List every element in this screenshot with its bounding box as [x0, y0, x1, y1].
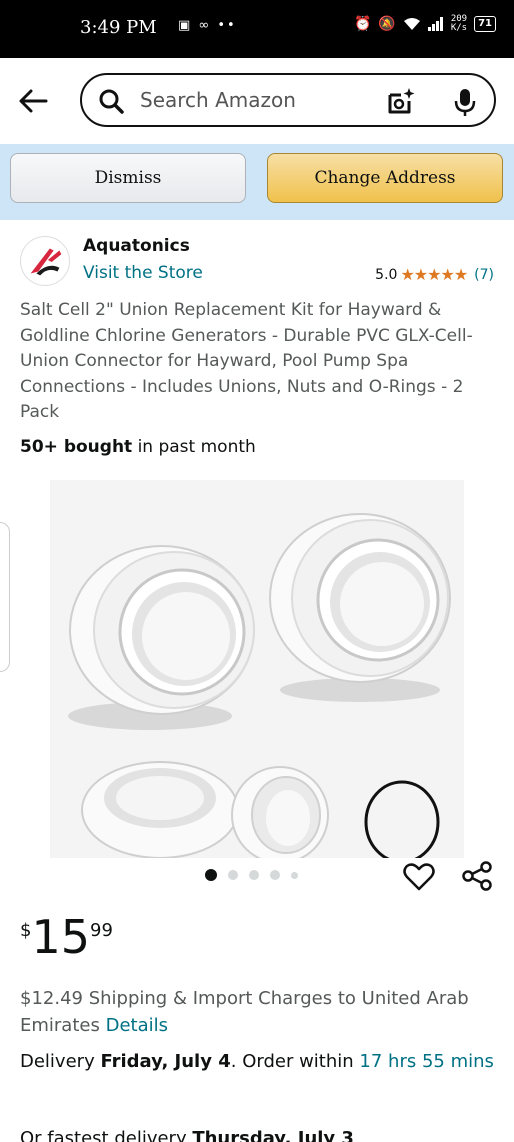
search-icon	[99, 89, 124, 114]
fastest-delivery-date: Thursday, July 3	[192, 1128, 354, 1142]
signal-icon	[427, 17, 443, 31]
microphone-icon[interactable]	[452, 87, 478, 117]
status-time: 3:49 PM	[80, 17, 157, 38]
price-fraction: 99	[90, 920, 113, 941]
delivery-info: Delivery Friday, July 4. Order within 17…	[20, 1051, 494, 1072]
side-drawer-handle[interactable]	[0, 522, 10, 672]
brand-row: Aquatonics Visit the Store 5.0 ★★★★★ (7)	[0, 232, 514, 292]
brand-logo[interactable]	[20, 236, 70, 286]
brand-name: Aquatonics	[83, 236, 190, 256]
notification-icons: ▣ ∞ ••	[178, 18, 237, 33]
product-image[interactable]	[50, 480, 464, 858]
rating-summary[interactable]: 5.0 ★★★★★ (7)	[375, 265, 494, 284]
order-countdown: 17 hrs 55 mins	[359, 1051, 494, 1072]
header	[0, 58, 514, 144]
alarm-icon: ⏰	[353, 16, 372, 32]
share-icon[interactable]	[461, 860, 493, 892]
status-bar: 3:49 PM ▣ ∞ •• ⏰ 🔕 209 K/s 71	[0, 0, 514, 58]
visit-store-link[interactable]: Visit the Store	[83, 263, 203, 283]
carousel-dot[interactable]	[228, 870, 238, 880]
rating-count[interactable]: (7)	[474, 267, 494, 283]
price-whole: 15	[31, 910, 90, 964]
price-symbol: $	[20, 920, 32, 941]
carousel-dot[interactable]	[270, 870, 280, 880]
star-rating-icon: ★★★★★	[400, 265, 468, 284]
carousel-dot[interactable]	[249, 870, 259, 880]
back-arrow-icon[interactable]	[16, 84, 50, 118]
address-banner: Dismiss Change Address	[0, 144, 514, 220]
mute-icon: 🔕	[378, 16, 396, 32]
price: $ 15 99	[20, 912, 113, 962]
search-bar[interactable]	[80, 73, 496, 127]
delivery-date: Friday, July 4	[100, 1051, 231, 1072]
carousel-dot[interactable]	[291, 871, 298, 879]
change-address-button[interactable]: Change Address	[267, 153, 503, 203]
network-speed: 209 K/s	[450, 14, 468, 33]
carousel-dot[interactable]	[205, 869, 217, 881]
shipping-info: $12.49 Shipping & Import Charges to Unit…	[20, 988, 469, 1036]
rating-value: 5.0	[375, 266, 398, 283]
shipping-details-link[interactable]: Details	[106, 1015, 168, 1036]
fastest-delivery: Or fastest delivery Thursday, July 3	[20, 1124, 496, 1142]
wifi-icon	[403, 18, 420, 30]
heart-icon[interactable]	[403, 862, 435, 892]
image-carousel-dots[interactable]	[205, 869, 298, 881]
status-right-icons: ⏰ 🔕 209 K/s 71	[354, 15, 496, 33]
dismiss-button[interactable]: Dismiss	[10, 153, 246, 203]
camera-lens-icon[interactable]	[386, 87, 416, 117]
product-title: Salt Cell 2" Union Replacement Kit for H…	[20, 300, 473, 422]
bought-count: 50+ bought in past month	[20, 437, 256, 457]
battery-icon: 71	[474, 16, 496, 32]
search-input[interactable]	[140, 85, 370, 115]
